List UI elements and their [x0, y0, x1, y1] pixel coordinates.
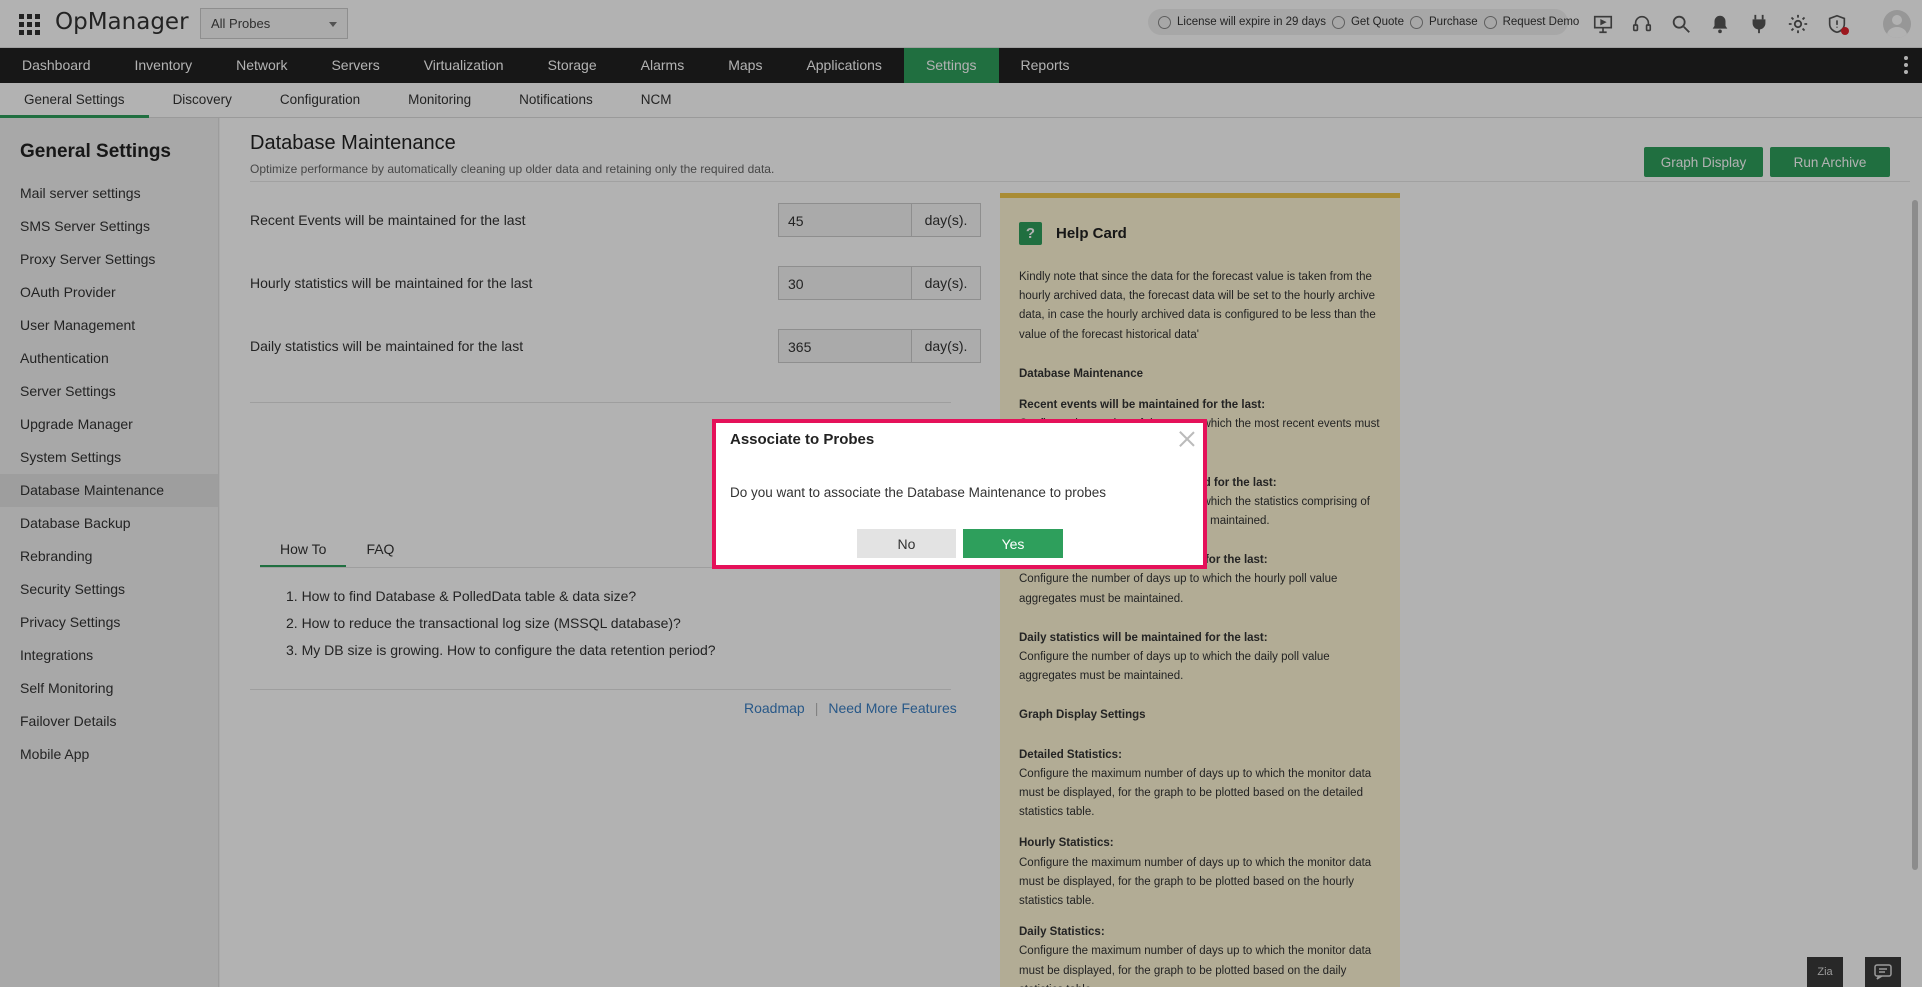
- dialog-message: Do you want to associate the Database Ma…: [730, 485, 1106, 500]
- no-button[interactable]: No: [857, 529, 956, 558]
- dialog-title: Associate to Probes: [730, 431, 875, 448]
- associate-probes-dialog: Associate to Probes Do you want to assoc…: [712, 419, 1207, 569]
- yes-button[interactable]: Yes: [963, 529, 1063, 558]
- close-icon[interactable]: [1178, 430, 1196, 448]
